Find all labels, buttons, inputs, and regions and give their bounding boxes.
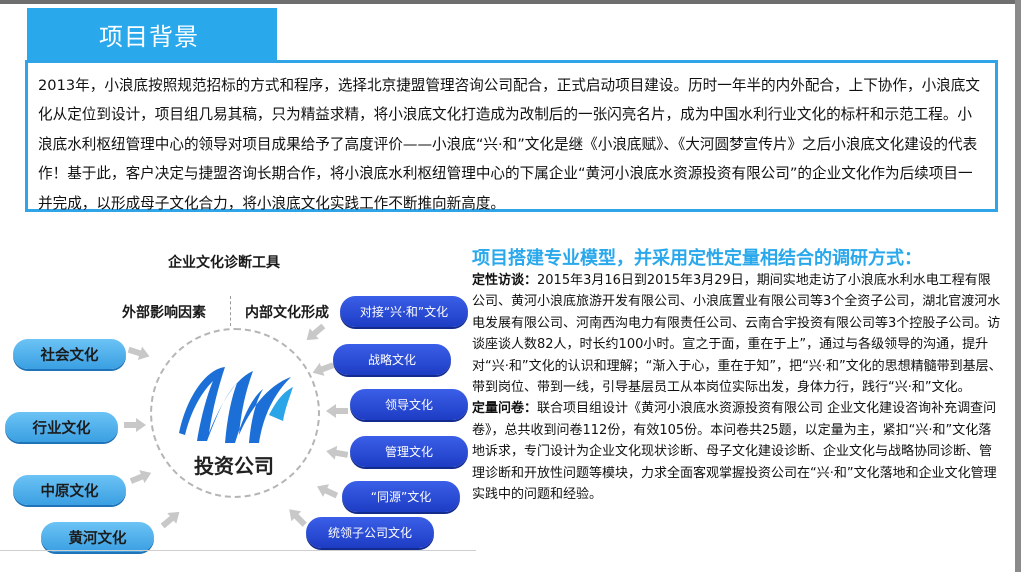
internal-culture-label: 内部文化形成	[245, 305, 329, 321]
internal-item-subsidiary: 统领子公司文化	[306, 517, 434, 548]
internal-item-leadership: 领导文化	[350, 389, 468, 420]
arrow-icon	[326, 404, 348, 418]
bottom-divider	[0, 550, 476, 551]
diagram-title: 企业文化诊断工具	[168, 255, 280, 271]
arrow-icon	[325, 444, 349, 462]
interview-label: 定性访谈：	[472, 273, 538, 288]
top-border	[0, 0, 1021, 4]
center-company-label: 投资公司	[194, 454, 274, 478]
diagram-divider	[230, 296, 231, 326]
external-factors-label: 外部影响因素	[122, 305, 206, 321]
arrow-icon	[126, 343, 151, 363]
section-title-tab: 项目背景	[27, 8, 277, 60]
right-edge-bar	[1015, 0, 1021, 572]
internal-item-management: 管理文化	[350, 436, 468, 467]
external-item-yellow-river: 黄河文化	[41, 522, 154, 552]
arrow-icon	[284, 504, 309, 529]
method-body: 定性访谈：2015年3月16日到2015年3月29日，期间实地走访了小浪底水利水…	[472, 270, 1002, 505]
background-text-box: 2013年，小浪底按照规范招标的方式和程序，选择北京捷盟管理咨询公司配合，正式启…	[25, 60, 998, 212]
arrow-icon	[128, 466, 154, 487]
internal-item-xinghe: 对接“兴·和”文化	[340, 296, 468, 327]
interview-text: 2015年3月16日到2015年3月29日，期间实地走访了小浪底水利水电工程有限…	[472, 273, 1002, 396]
arrow-icon	[314, 480, 340, 502]
method-heading: 项目搭建专业模型，并采用定性定量相结合的调研方式：	[472, 248, 922, 269]
external-item-society: 社会文化	[13, 339, 126, 369]
external-item-central-plains: 中原文化	[13, 475, 126, 505]
arrow-icon	[310, 359, 335, 380]
internal-item-tongyuan: “同源”文化	[342, 481, 460, 512]
interview-paragraph: 定性访谈：2015年3月16日到2015年3月29日，期间实地走访了小浪底水利水…	[472, 270, 1002, 398]
arrow-icon	[124, 418, 146, 432]
external-item-industry: 行业文化	[5, 412, 118, 442]
company-logo-icon	[173, 355, 297, 459]
internal-item-strategy: 战略文化	[333, 344, 451, 375]
survey-text: 联合项目组设计《黄河小浪底水资源投资有限公司 企业文化建设咨询补充调查问卷》，总…	[472, 401, 997, 503]
survey-paragraph: 定量问卷：联合项目组设计《黄河小浪底水资源投资有限公司 企业文化建设咨询补充调查…	[472, 398, 1002, 505]
arrow-icon	[158, 507, 184, 532]
arrow-icon	[302, 321, 328, 346]
survey-label: 定量问卷：	[472, 401, 538, 417]
background-paragraph: 2013年，小浪底按照规范招标的方式和程序，选择北京捷盟管理咨询公司配合，正式启…	[38, 77, 980, 212]
section-title: 项目背景	[99, 22, 199, 51]
